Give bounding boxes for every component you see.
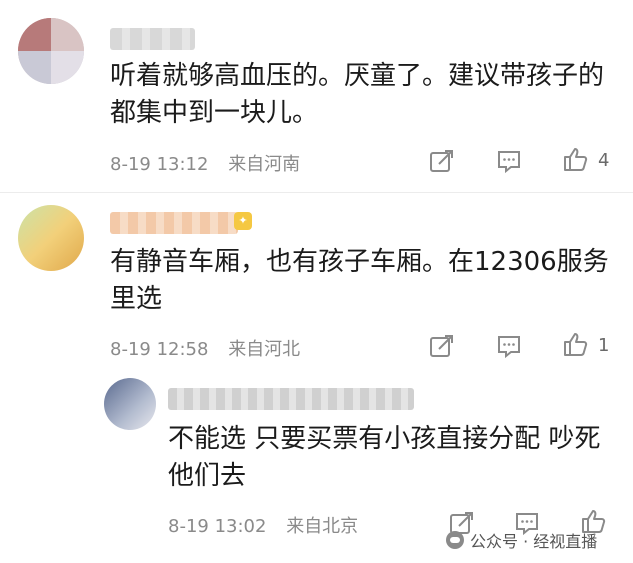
share-icon — [430, 335, 453, 357]
comment-date: 8-19 12:58 — [110, 339, 209, 360]
comment-meta: 8-19 12:58 来自河北 — [110, 335, 314, 361]
share-button[interactable] — [428, 333, 454, 359]
reply-button[interactable] — [496, 333, 522, 359]
like-icon — [564, 148, 588, 171]
username-blurred[interactable] — [110, 28, 195, 50]
reply-button[interactable] — [496, 148, 522, 174]
comment-text: 听着就够高血压的。厌童了。建议带孩子的都集中到一块儿。 — [110, 61, 605, 128]
watermark: 公众号 · 经视直播 — [446, 528, 597, 552]
share-button[interactable] — [428, 148, 454, 174]
reply-icon — [498, 336, 520, 359]
like-count: 1 — [598, 335, 610, 356]
comment-text: 不能选 只要买票有小孩直接分配 吵死他们去 — [168, 424, 601, 491]
avatar[interactable] — [18, 18, 84, 84]
avatar[interactable] — [18, 205, 84, 271]
comment-meta: 8-19 13:02 来自北京 — [168, 512, 372, 538]
reply-icon — [498, 151, 520, 174]
comment-date: 8-19 13:12 — [110, 154, 209, 175]
watermark-text: 公众号 · 经视直播 — [470, 532, 598, 551]
vip-badge-icon: ✦ — [234, 212, 252, 230]
like-count: 4 — [598, 150, 610, 171]
comment-location: 来自河南 — [228, 154, 301, 175]
like-icon — [564, 333, 588, 356]
like-button[interactable] — [562, 146, 588, 172]
comment-meta: 8-19 13:12 来自河南 — [110, 150, 314, 176]
like-button[interactable] — [562, 331, 588, 357]
comment-text: 有静音车厢，也有孩子车厢。在12306服务里选 — [110, 247, 609, 314]
comment-location: 来自北京 — [286, 516, 359, 537]
comment-1: 听着就够高血压的。厌童了。建议带孩子的都集中到一块儿。 8-19 13:12 来… — [0, 0, 633, 192]
comment-location: 来自河北 — [228, 339, 301, 360]
wechat-icon — [446, 531, 464, 549]
comment-date: 8-19 13:02 — [168, 516, 267, 537]
share-icon — [430, 150, 453, 172]
username-blurred[interactable] — [110, 212, 238, 234]
username-blurred[interactable] — [168, 388, 414, 410]
avatar[interactable] — [104, 378, 156, 430]
